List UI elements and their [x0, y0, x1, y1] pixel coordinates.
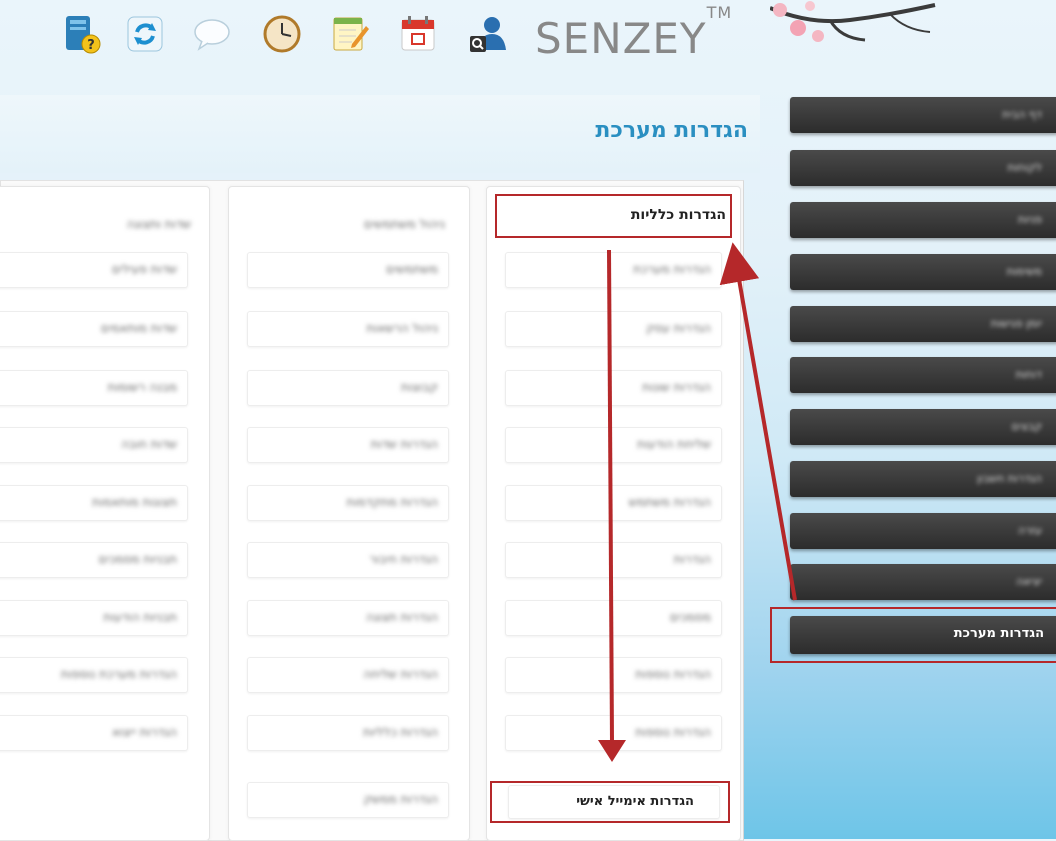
sidebar-item[interactable]: הגדרות חשבון [790, 461, 1056, 497]
settings-column-fields: שדות ותצוגה שדות פעילים שדות מותאמים מבנ… [0, 186, 210, 841]
system-settings-highlight [770, 607, 1056, 663]
calendar-icon[interactable] [398, 14, 438, 54]
list-item[interactable]: הגדרות נוספות [505, 657, 722, 693]
sidebar-item[interactable]: דוחות [790, 357, 1056, 393]
list-item[interactable]: שדות מותאמים [0, 311, 188, 347]
notepad-icon[interactable] [330, 14, 370, 54]
list-item[interactable]: מבנה רשומות [0, 370, 188, 406]
list-item[interactable]: הגדרות משתמש [505, 485, 722, 521]
list-item[interactable]: הגדרות מערכת [505, 252, 722, 288]
arrow-to-general-settings [719, 242, 797, 601]
list-item[interactable]: הגדרות שונות [505, 370, 722, 406]
list-item[interactable]: הגדרות תצוגה [247, 600, 449, 636]
sidebar-item[interactable]: פניות [790, 202, 1056, 238]
list-item[interactable]: הגדרות כלליות [247, 715, 449, 751]
list-item[interactable]: משתמשים [247, 252, 449, 288]
user-search-icon[interactable] [468, 14, 508, 54]
brand-name: SENZEY [535, 14, 707, 63]
sidebar-item[interactable]: יציאה [790, 564, 1056, 600]
sidebar-item[interactable]: משימות [790, 254, 1056, 290]
general-settings-header[interactable]: הגדרות כלליות [631, 207, 726, 223]
sidebar-item[interactable]: דף הבית [790, 97, 1056, 133]
list-item[interactable]: מסמכים [505, 600, 722, 636]
sidebar-item[interactable]: לקוחות [790, 150, 1056, 186]
list-item[interactable]: הגדרות שדות [247, 427, 449, 463]
column-header: ניהול משתמשים [363, 217, 445, 231]
list-item[interactable]: הגדרות ייצוא [0, 715, 188, 751]
list-item[interactable]: הגדרות שליחה [247, 657, 449, 693]
list-item[interactable]: שדות חובה [0, 427, 188, 463]
list-item[interactable]: שליחת הודעות [505, 427, 722, 463]
list-item[interactable]: הגדרות ממשק [247, 782, 449, 818]
personal-email-settings-label: הגדרות אימייל אישי [576, 794, 694, 809]
list-item[interactable]: שדות פעילים [0, 252, 188, 288]
sidebar-item[interactable]: קבצים [790, 409, 1056, 445]
list-item[interactable]: תבניות הודעות [0, 600, 188, 636]
blossom-branch-decoration [770, 1, 936, 42]
brand-trademark: TM [706, 3, 733, 22]
settings-column-users: ניהול משתמשים משתמשים ניהול הרשאות קבוצו… [228, 186, 470, 841]
sidebar-item[interactable]: עזרה [790, 513, 1056, 549]
list-item[interactable]: תצוגות מותאמות [0, 485, 188, 521]
list-item[interactable]: ניהול הרשאות [247, 311, 449, 347]
list-item[interactable]: קבוצות [247, 370, 449, 406]
list-item[interactable]: הגדרות מתקדמות [247, 485, 449, 521]
list-item[interactable]: הגדרות נוספות [505, 715, 722, 751]
list-item[interactable]: הגדרות עסק [505, 311, 722, 347]
settings-column-general: הגדרות מערכת הגדרות עסק הגדרות שונות שלי… [486, 186, 741, 841]
sidebar-item[interactable]: יומן פגישות [790, 306, 1056, 342]
page-title: הגדרות מערכת [595, 118, 748, 143]
help-book-icon[interactable]: ? [62, 14, 102, 54]
column-header: שדות ותצוגה [126, 217, 191, 231]
clock-icon[interactable] [262, 14, 302, 54]
list-item[interactable]: הגדרות [505, 542, 722, 578]
list-item[interactable]: הגדרות חיבור [247, 542, 449, 578]
list-item[interactable]: הגדרות מערכת נוספות [0, 657, 188, 693]
svg-text:?: ? [87, 38, 95, 53]
brand-logo: SENZEYTM [535, 3, 732, 63]
list-item[interactable]: תבניות מסמכים [0, 542, 188, 578]
chat-bubble-icon[interactable] [192, 14, 232, 54]
top-toolbar: ? SENZEYTM [0, 0, 1056, 75]
refresh-icon[interactable] [125, 14, 165, 54]
